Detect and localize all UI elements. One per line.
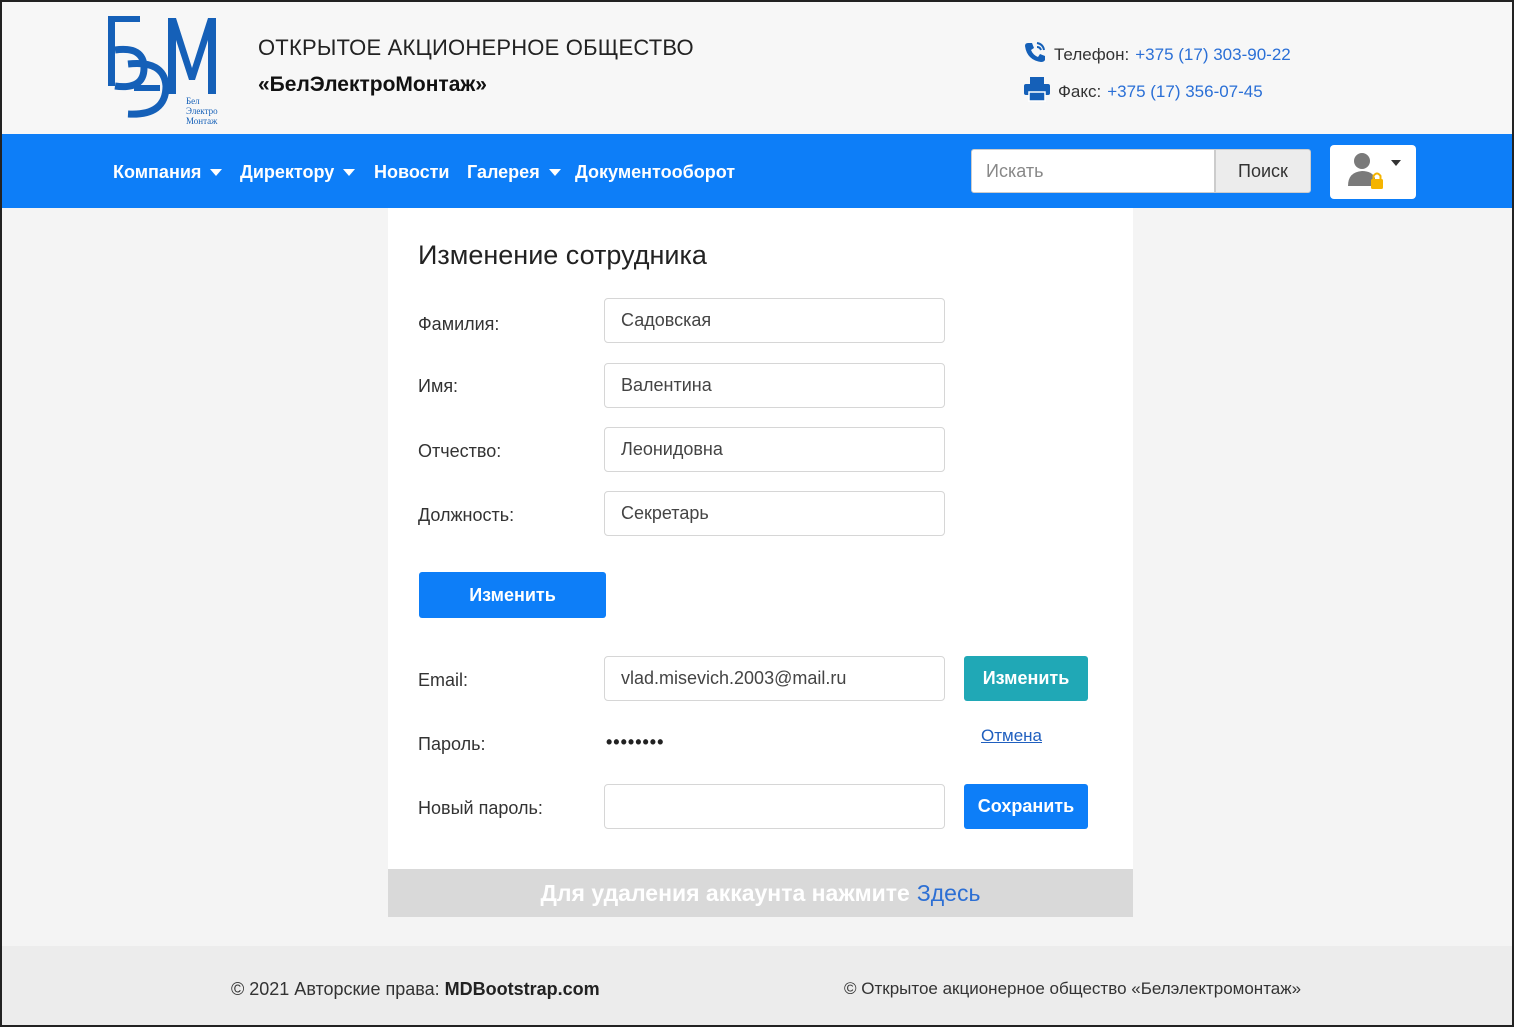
- edit-employee-card: Изменение сотрудника Фамилия: Имя: Отчес…: [388, 208, 1133, 869]
- search-input[interactable]: [971, 149, 1215, 193]
- caret-down-icon: [343, 169, 356, 176]
- page-title: Изменение сотрудника: [418, 240, 707, 270]
- name-field[interactable]: [604, 363, 945, 408]
- copyright-site-link[interactable]: MDBootstrap.com: [445, 979, 600, 999]
- org-type: ОТКРЫТОЕ АКЦИОНЕРНОЕ ОБЩЕСТВО: [258, 35, 694, 60]
- nav-documents-label: Документооборот: [575, 162, 736, 182]
- footer-company: © Открытое акционерное общество «Белэлек…: [844, 979, 1302, 998]
- caret-down-icon: [548, 169, 561, 176]
- new-password-label: Новый пароль:: [418, 798, 543, 818]
- delete-account-text: Для удаления аккаунта нажмите: [540, 879, 910, 906]
- fax-label: Факс:: [1058, 81, 1102, 101]
- surname-label: Фамилия:: [418, 314, 500, 334]
- patronymic-field[interactable]: [604, 427, 945, 472]
- company-logo[interactable]: Бел Электро Монтаж: [104, 12, 240, 128]
- update-employee-button[interactable]: Изменить: [419, 572, 606, 618]
- user-lock-icon: [1345, 150, 1387, 195]
- surname-field[interactable]: [604, 298, 945, 343]
- email-field[interactable]: [604, 656, 945, 701]
- password-label: Пароль:: [418, 734, 486, 754]
- nav-company[interactable]: Компания: [113, 162, 223, 183]
- phone-label: Телефон:: [1054, 44, 1130, 64]
- caret-down-icon: [1391, 160, 1401, 166]
- nav-company-label: Компания: [113, 162, 202, 182]
- nav-director[interactable]: Директору: [240, 162, 356, 183]
- org-name: «БелЭлектроМонтаж»: [258, 73, 487, 96]
- main-navbar: Компания Директору Новости Галерея Докум…: [2, 134, 1512, 208]
- header: Бел Электро Монтаж ОТКРЫТОЕ АКЦИОНЕРНОЕ …: [2, 2, 1512, 134]
- fax-contact: Факс: +375 (17) 356-07-45: [1022, 76, 1263, 107]
- footer-copyright: © 2021 Авторские права: MDBootstrap.com: [231, 979, 600, 1000]
- nav-director-label: Директору: [240, 162, 335, 182]
- svg-text:Монтаж: Монтаж: [186, 116, 218, 126]
- phone-contact: Телефон: +375 (17) 303-90-22: [1022, 40, 1291, 69]
- printer-icon: [1022, 76, 1052, 107]
- nav-gallery[interactable]: Галерея: [467, 162, 561, 183]
- name-label: Имя:: [418, 376, 459, 396]
- nav-documents[interactable]: Документооборот: [575, 162, 735, 183]
- delete-account-link[interactable]: Здесь: [917, 880, 981, 907]
- cancel-link[interactable]: Отмена: [981, 726, 1042, 746]
- caret-down-icon: [210, 169, 223, 176]
- page-frame: Бел Электро Монтаж ОТКРЫТОЕ АКЦИОНЕРНОЕ …: [0, 0, 1514, 1027]
- nav-news-label: Новости: [374, 162, 450, 182]
- nav-gallery-label: Галерея: [467, 162, 540, 182]
- user-menu-button[interactable]: [1330, 145, 1416, 199]
- delete-account-bar: Для удаления аккаунта нажмите Здесь: [388, 869, 1133, 917]
- svg-text:Электро: Электро: [186, 106, 218, 116]
- svg-text:Бел: Бел: [186, 96, 200, 106]
- new-password-field[interactable]: [604, 784, 945, 829]
- save-password-button[interactable]: Сохранить: [964, 784, 1088, 829]
- footer: © 2021 Авторские права: MDBootstrap.com …: [2, 946, 1512, 1025]
- patronymic-label: Отчество:: [418, 441, 502, 461]
- phone-link[interactable]: +375 (17) 303-90-22: [1135, 45, 1290, 65]
- password-masked: ••••••••: [606, 732, 665, 752]
- copyright-prefix: © 2021 Авторские права:: [231, 979, 440, 999]
- email-label: Email:: [418, 670, 469, 690]
- change-email-button[interactable]: Изменить: [964, 656, 1088, 701]
- position-field[interactable]: [604, 491, 945, 536]
- nav-news[interactable]: Новости: [374, 162, 449, 183]
- position-label: Должность:: [418, 505, 515, 525]
- phone-icon: [1022, 40, 1048, 69]
- search-button[interactable]: Поиск: [1215, 149, 1311, 193]
- fax-link[interactable]: +375 (17) 356-07-45: [1107, 82, 1262, 102]
